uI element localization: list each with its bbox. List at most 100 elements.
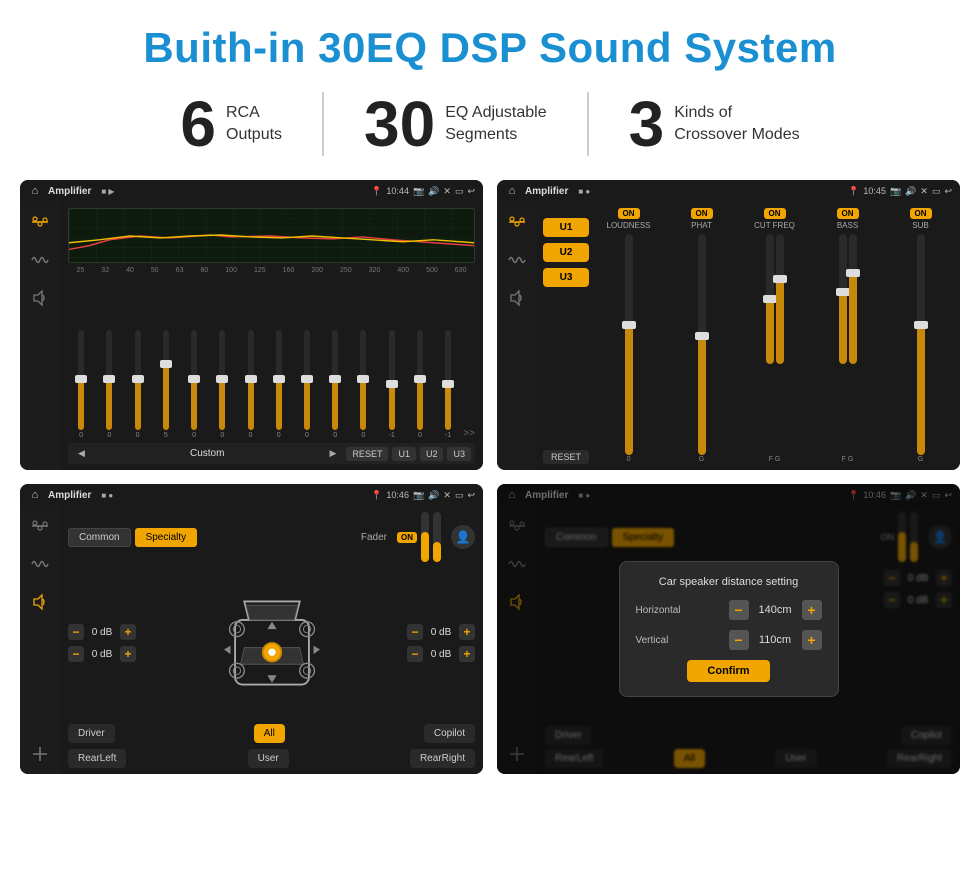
eq-play-prev[interactable]: ◀ xyxy=(72,446,91,461)
topbar-pin-eq: 📍 xyxy=(371,186,382,197)
vol-plus-rr[interactable]: + xyxy=(459,646,475,662)
vol-minus-rr[interactable]: − xyxy=(407,646,423,662)
fader-sidebar xyxy=(20,506,60,774)
tab-specialty[interactable]: Specialty xyxy=(135,528,198,547)
dialog-horizontal-val: 140cm xyxy=(753,604,798,616)
bass-val: F G xyxy=(842,455,854,464)
sidebar-eq-icon-3[interactable] xyxy=(28,514,52,538)
topbar-right-fader: 📍 10:46 📷 🔊 ✕ ▭ ↩ xyxy=(371,490,475,501)
eq-graph xyxy=(68,208,475,263)
vol-plus-fr[interactable]: + xyxy=(459,624,475,640)
eq-u2-btn[interactable]: U2 xyxy=(420,447,444,461)
loudness-slider[interactable] xyxy=(625,234,633,455)
u-buttons: U1 U2 U3 RESET xyxy=(543,208,589,464)
channel-bass-header: ON BASS xyxy=(837,208,859,230)
bass-slider-f[interactable] xyxy=(839,234,847,364)
eq-slider-5: 0 xyxy=(209,330,235,439)
eq-slider-6: 0 xyxy=(237,330,263,439)
dialog-confirm-button[interactable]: Confirm xyxy=(687,660,769,682)
fader-bottom-btns2: RearLeft User RearRight xyxy=(68,749,475,768)
fader-slider-2[interactable] xyxy=(433,512,441,562)
cutfreq-slider-f[interactable] xyxy=(766,234,774,364)
btn-user[interactable]: User xyxy=(248,749,289,768)
dialog-horizontal-plus[interactable]: + xyxy=(802,600,822,620)
cutfreq-label: CUT FREQ xyxy=(754,221,795,230)
topbar-x-crossover: ✕ xyxy=(920,186,928,197)
fader-person-icon: 👤 xyxy=(451,525,475,549)
eq-left-sidebar xyxy=(20,202,60,470)
fader-slider-1[interactable] xyxy=(421,512,429,562)
topbar-rect-crossover: ▭ xyxy=(932,186,941,197)
btn-copilot[interactable]: Copilot xyxy=(424,724,475,743)
eq-reset-btn[interactable]: RESET xyxy=(346,447,388,461)
on-badge-phat: ON xyxy=(691,208,713,219)
topbar-title-eq: Amplifier xyxy=(48,186,91,197)
topbar-cam-fader: 📷 xyxy=(413,490,424,501)
eq-main-area: 253240506380100125160200250320400500630 … xyxy=(60,202,483,470)
channel-sub-header: ON SUB xyxy=(910,208,932,230)
feature-num-3: 3 xyxy=(629,92,665,156)
phat-slider[interactable] xyxy=(698,234,706,455)
eq-u3-btn[interactable]: U3 xyxy=(447,447,471,461)
vol-plus-rl[interactable]: + xyxy=(120,646,136,662)
feature-rca: 6 RCA Outputs xyxy=(140,92,324,156)
sidebar-eq-icon-2[interactable] xyxy=(505,210,529,234)
tab-common[interactable]: Common xyxy=(68,528,131,547)
dialog-vertical-minus[interactable]: − xyxy=(729,630,749,650)
btn-all[interactable]: All xyxy=(254,724,285,743)
channel-sub: ON SUB G xyxy=(887,208,954,464)
topbar-fader: ⌂ Amplifier ■ ● 📍 10:46 📷 🔊 ✕ ▭ ↩ xyxy=(20,484,483,506)
dialog-vertical-plus[interactable]: + xyxy=(802,630,822,650)
vol-val-fl: 0 dB xyxy=(87,627,117,638)
vol-minus-rl[interactable]: − xyxy=(68,646,84,662)
sidebar-wave-icon-2[interactable] xyxy=(505,248,529,272)
eq-u1-btn[interactable]: U1 xyxy=(392,447,416,461)
btn-driver[interactable]: Driver xyxy=(68,724,115,743)
topbar-dots-fader: ■ ● xyxy=(101,491,113,500)
topbar-back-fader: ↩ xyxy=(467,490,475,501)
home-icon-2: ⌂ xyxy=(505,184,519,198)
channel-loudness: ON LOUDNESS 0 xyxy=(595,208,662,464)
eq-play-next[interactable]: ▶ xyxy=(324,446,343,461)
topbar-time-crossover: 10:45 xyxy=(863,186,886,196)
sidebar-expand-icon[interactable] xyxy=(28,742,52,766)
u2-btn[interactable]: U2 xyxy=(543,243,589,262)
eq-sliders: 0 0 0 5 0 0 0 0 0 0 0 -1 0 -1 >> xyxy=(68,278,475,439)
vol-plus-fl[interactable]: + xyxy=(120,624,136,640)
crossover-reset-btn[interactable]: RESET xyxy=(543,450,589,464)
eq-slider-11: -1 xyxy=(379,330,405,439)
loudness-val: 0 xyxy=(627,455,631,464)
fader-bottom-btns: Driver All Copilot xyxy=(68,724,475,743)
sidebar-speaker-icon-3[interactable] xyxy=(28,590,52,614)
u1-btn[interactable]: U1 xyxy=(543,218,589,237)
topbar-eq: ⌂ Amplifier ■ ▶ 📍 10:44 📷 🔊 ✕ ▭ ↩ xyxy=(20,180,483,202)
sidebar-eq-icon[interactable] xyxy=(28,210,52,234)
eq-bottom-bar: ◀ Custom ▶ RESET U1 U2 U3 xyxy=(68,443,475,464)
feature-text-eq: EQ Adjustable Segments xyxy=(445,102,546,147)
topbar-back-crossover: ↩ xyxy=(944,186,952,197)
dialog-horizontal-minus[interactable]: − xyxy=(729,600,749,620)
dialog-box: Car speaker distance setting Horizontal … xyxy=(619,561,839,697)
vol-row-fl: − 0 dB + xyxy=(68,624,136,640)
feature-crossover: 3 Kinds of Crossover Modes xyxy=(589,92,840,156)
topbar-time-fader: 10:46 xyxy=(386,490,409,500)
dialog-title: Car speaker distance setting xyxy=(636,576,822,588)
btn-rearleft[interactable]: RearLeft xyxy=(68,749,126,768)
vol-minus-fr[interactable]: − xyxy=(407,624,423,640)
sidebar-wave-icon-3[interactable] xyxy=(28,552,52,576)
sidebar-speaker-icon-2[interactable] xyxy=(505,286,529,310)
cutfreq-slider-g[interactable] xyxy=(776,234,784,364)
sidebar-speaker-icon[interactable] xyxy=(28,286,52,310)
channel-cutfreq-header: ON CUT FREQ xyxy=(754,208,795,230)
features-row: 6 RCA Outputs 30 EQ Adjustable Segments … xyxy=(0,82,980,174)
eq-slider-1: 0 xyxy=(96,330,122,439)
crossover-sidebar xyxy=(497,202,537,470)
vol-minus-fl[interactable]: − xyxy=(68,624,84,640)
fader-label: Fader xyxy=(361,532,387,543)
u3-btn[interactable]: U3 xyxy=(543,268,589,287)
sub-slider[interactable] xyxy=(917,234,925,455)
btn-rearright[interactable]: RearRight xyxy=(410,749,475,768)
bass-slider-g[interactable] xyxy=(849,234,857,364)
sidebar-wave-icon[interactable] xyxy=(28,248,52,272)
eq-slider-13: -1 xyxy=(435,330,461,439)
